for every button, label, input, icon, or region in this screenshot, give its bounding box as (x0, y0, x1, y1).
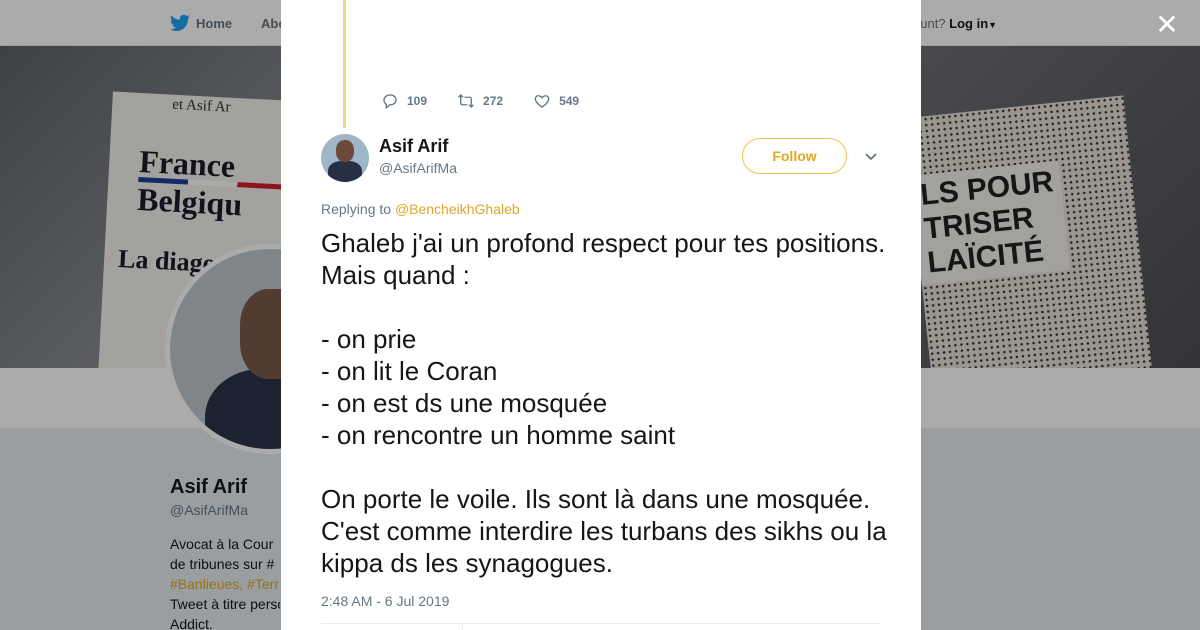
retweet-action[interactable]: 272 (457, 92, 503, 110)
previous-tweet-actions: 109 272 549 (381, 92, 579, 110)
retweet-icon (458, 94, 475, 108)
divider-vertical (462, 623, 463, 630)
author-avatar[interactable] (321, 134, 369, 182)
replying-to-handle-link[interactable]: @BencheikhGhaleb (395, 201, 520, 217)
close-icon[interactable]: ✕ (1154, 11, 1180, 39)
divider (321, 623, 881, 624)
tweet-modal: 109 272 549 Asif Arif @AsifArifMa Follow… (281, 0, 921, 630)
replying-to: Replying to @BencheikhGhaleb (321, 201, 520, 217)
author-avatar-face (336, 140, 354, 162)
replying-to-prefix: Replying to (321, 201, 392, 217)
chevron-down-icon[interactable] (863, 148, 879, 164)
retweet-count: 272 (483, 94, 504, 108)
reply-icon (383, 94, 397, 110)
thread-connector-line (343, 0, 346, 128)
reply-count: 109 (407, 94, 428, 108)
tweet-text: Ghaleb j'ai un profond respect pour tes … (321, 228, 887, 578)
follow-button[interactable]: Follow (742, 138, 847, 174)
like-count: 549 (559, 94, 580, 108)
heart-icon (534, 95, 550, 108)
reply-action[interactable]: 109 (381, 92, 427, 110)
author-handle[interactable]: @AsifArifMa (379, 160, 457, 176)
like-action[interactable]: 549 (533, 92, 579, 110)
author-name[interactable]: Asif Arif (379, 136, 448, 157)
author-avatar-suit (328, 161, 362, 182)
tweet-timestamp[interactable]: 2:48 AM - 6 Jul 2019 (321, 593, 449, 609)
